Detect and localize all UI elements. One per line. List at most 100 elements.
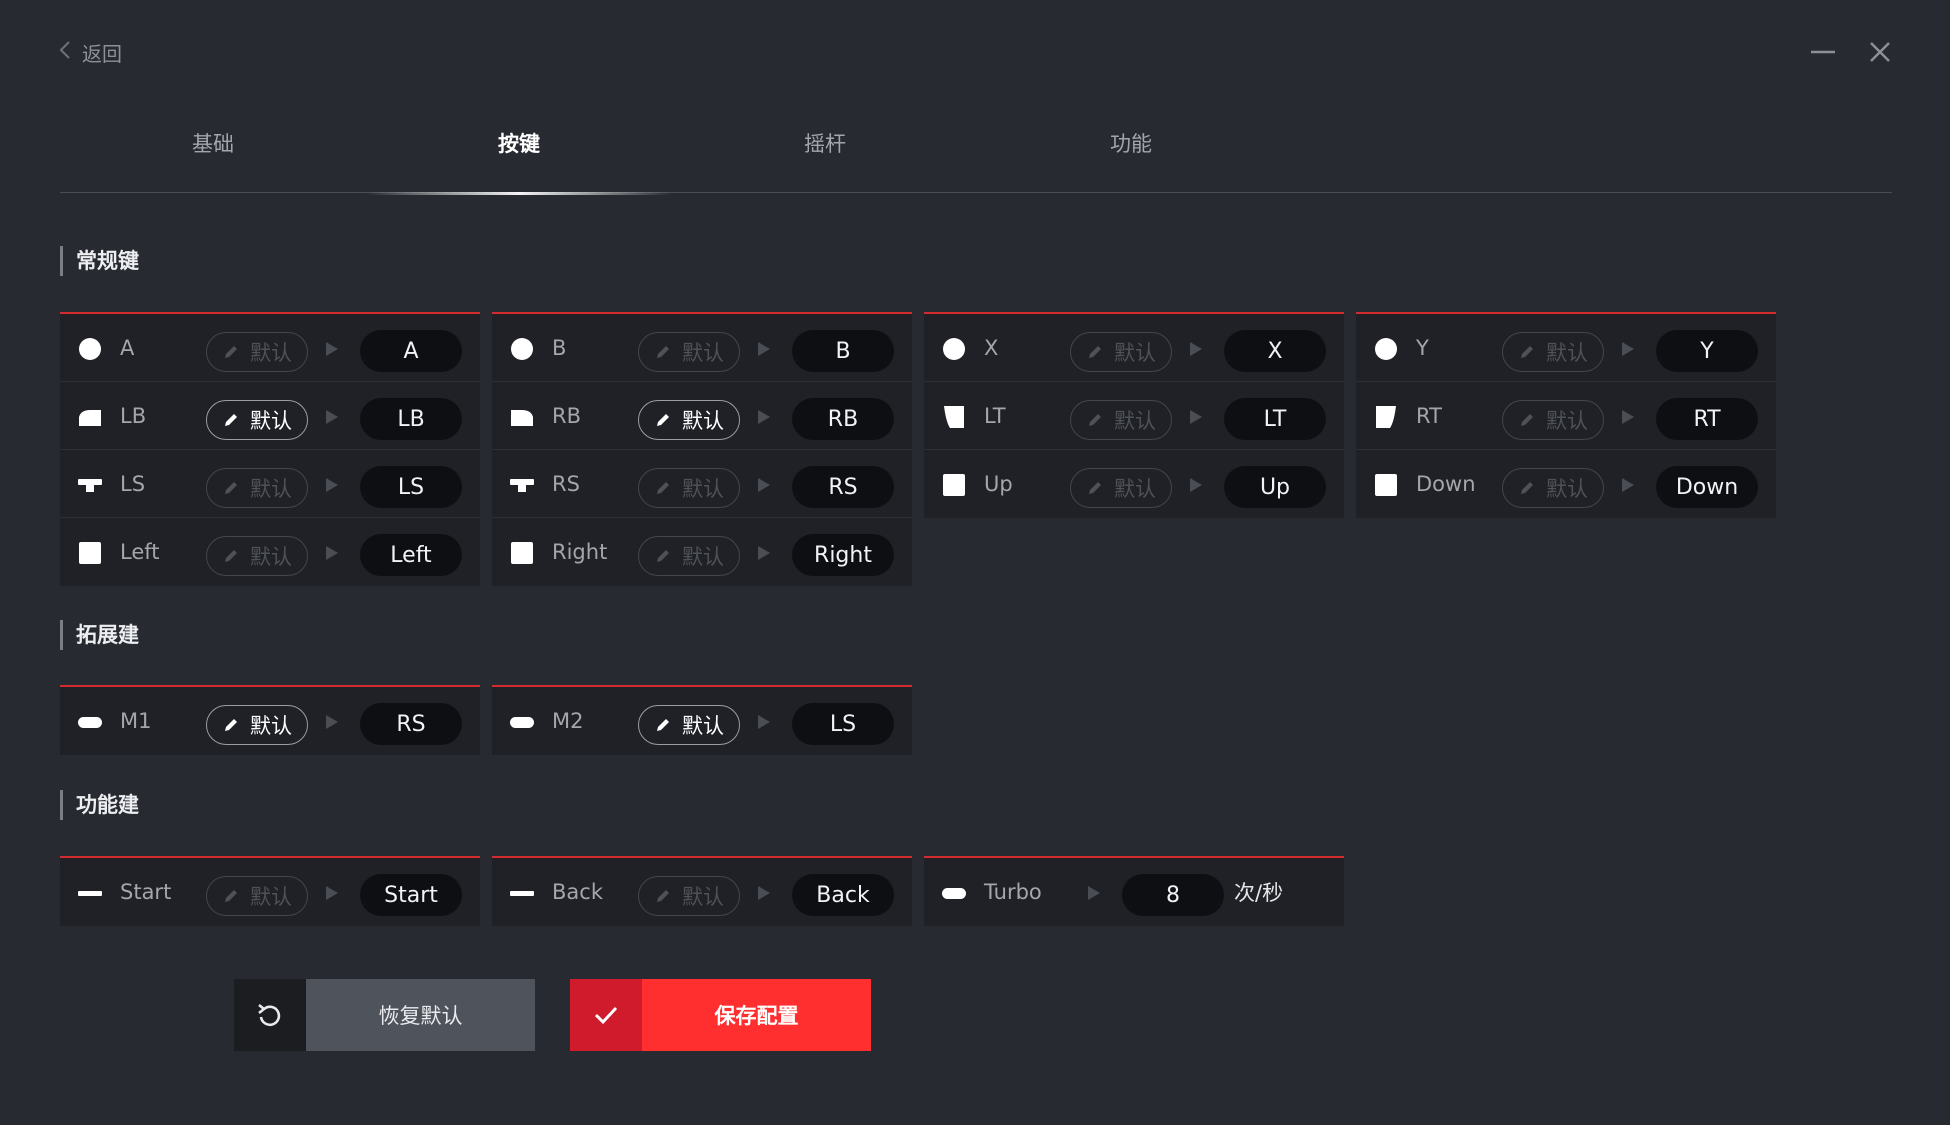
- edit-default-label: 默认: [250, 714, 292, 738]
- pencil-icon: [225, 890, 237, 902]
- edit-default-label: 默认: [682, 885, 724, 909]
- mapped-key[interactable]: Down: [1656, 466, 1758, 508]
- key-row-ls: LS 默认 LS: [60, 450, 480, 518]
- turbo-rate-unit: 次/秒: [1234, 881, 1284, 905]
- tab-buttons[interactable]: 按键: [366, 100, 672, 195]
- pencil-icon: [225, 414, 237, 426]
- pencil-icon: [657, 346, 669, 358]
- edit-default-label: 默认: [250, 477, 292, 501]
- close-button[interactable]: [1864, 36, 1896, 68]
- mapped-key[interactable]: Right: [792, 534, 894, 576]
- edit-default-button[interactable]: 默认: [1070, 400, 1172, 440]
- stick-press-icon: [510, 474, 534, 496]
- mapped-key[interactable]: Back: [792, 874, 894, 916]
- edit-default-label: 默认: [1114, 477, 1156, 501]
- tab-functions[interactable]: 功能: [978, 100, 1284, 193]
- edit-default-button[interactable]: 默认: [1070, 468, 1172, 508]
- key-row-rb: RB 默认 RB: [492, 382, 912, 450]
- minimize-button[interactable]: [1807, 36, 1839, 68]
- edit-default-button[interactable]: 默认: [206, 332, 308, 372]
- pill-button-icon: [510, 711, 534, 733]
- tab-joystick[interactable]: 摇杆: [672, 100, 978, 193]
- save-config-button[interactable]: 保存配置: [570, 979, 871, 1051]
- mapped-key[interactable]: RS: [360, 703, 462, 745]
- key-name: X: [984, 335, 999, 360]
- key-name: Down: [1416, 472, 1476, 496]
- edit-default-label: 默认: [682, 409, 724, 433]
- turbo-card: Turbo 8 次/秒: [924, 856, 1344, 926]
- tab-label: 功能: [1110, 132, 1152, 156]
- edit-default-button[interactable]: 默认: [638, 536, 740, 576]
- key-name: M1: [120, 709, 152, 733]
- bumper-left-icon: [78, 406, 102, 428]
- reset-default-button[interactable]: 恢复默认: [234, 979, 535, 1051]
- edit-default-button[interactable]: 默认: [638, 332, 740, 372]
- trigger-left-icon: [942, 406, 966, 428]
- mapped-key[interactable]: Up: [1224, 466, 1326, 508]
- edit-default-button[interactable]: 默认: [638, 400, 740, 440]
- key-row-m1: M1 默认 RS: [60, 687, 480, 755]
- mapped-key[interactable]: LT: [1224, 398, 1326, 440]
- close-icon: [1870, 42, 1890, 62]
- mapped-key[interactable]: LS: [360, 466, 462, 508]
- edit-default-label: 默认: [250, 409, 292, 433]
- pencil-icon: [225, 719, 237, 731]
- play-arrow-icon: [324, 340, 340, 358]
- key-row-lb: LB 默认 LB: [60, 382, 480, 450]
- edit-default-button[interactable]: 默认: [206, 536, 308, 576]
- mapped-key[interactable]: LS: [792, 703, 894, 745]
- regular-card: X 默认 X LT 默认 LT Up 默认 Up: [924, 312, 1344, 518]
- edit-default-label: 默认: [250, 885, 292, 909]
- edit-default-button[interactable]: 默认: [638, 468, 740, 508]
- mapped-key[interactable]: Left: [360, 534, 462, 576]
- key-row-back: Back 默认 Back: [492, 858, 912, 926]
- mapped-key[interactable]: A: [360, 330, 462, 372]
- key-name: Back: [552, 880, 603, 904]
- turbo-label: Turbo: [984, 880, 1042, 904]
- mapped-key[interactable]: RS: [792, 466, 894, 508]
- back-button[interactable]: 返回: [58, 38, 122, 67]
- mapped-key[interactable]: RT: [1656, 398, 1758, 440]
- key-name: Left: [120, 540, 160, 564]
- key-row-down: Down 默认 Down: [1356, 450, 1776, 518]
- edit-default-label: 默认: [250, 545, 292, 569]
- mapped-key[interactable]: Start: [360, 874, 462, 916]
- key-name: A: [120, 335, 135, 360]
- mapped-key[interactable]: LB: [360, 398, 462, 440]
- edit-default-button[interactable]: 默认: [1070, 332, 1172, 372]
- dpad-square-icon: [510, 542, 534, 564]
- save-config-label: 保存配置: [642, 979, 871, 1051]
- key-name: Right: [552, 540, 608, 564]
- pencil-icon: [1521, 482, 1533, 494]
- pencil-icon: [657, 719, 669, 731]
- edit-default-label: 默认: [682, 545, 724, 569]
- edit-default-button[interactable]: 默认: [1502, 400, 1604, 440]
- edit-default-button[interactable]: 默认: [638, 705, 740, 745]
- edit-default-button[interactable]: 默认: [206, 400, 308, 440]
- edit-default-label: 默认: [1546, 341, 1588, 365]
- edit-default-button[interactable]: 默认: [206, 705, 308, 745]
- bar-button-icon: [510, 882, 534, 904]
- circle-button-icon: [510, 338, 534, 360]
- turbo-rate-value[interactable]: 8: [1122, 874, 1224, 916]
- key-name: B: [552, 335, 567, 360]
- pencil-icon: [657, 414, 669, 426]
- tab-basic[interactable]: 基础: [60, 100, 366, 193]
- dpad-square-icon: [942, 474, 966, 496]
- mapped-key[interactable]: RB: [792, 398, 894, 440]
- mapped-key[interactable]: X: [1224, 330, 1326, 372]
- key-row-m2: M2 默认 LS: [492, 687, 912, 755]
- edit-default-button[interactable]: 默认: [638, 876, 740, 916]
- edit-default-button[interactable]: 默认: [206, 468, 308, 508]
- stick-press-icon: [78, 474, 102, 496]
- mapped-key[interactable]: B: [792, 330, 894, 372]
- pencil-icon: [225, 482, 237, 494]
- edit-default-button[interactable]: 默认: [206, 876, 308, 916]
- edit-default-label: 默认: [1114, 341, 1156, 365]
- edit-default-button[interactable]: 默认: [1502, 332, 1604, 372]
- play-arrow-icon: [324, 544, 340, 562]
- circle-button-icon: [78, 338, 102, 360]
- mapped-key[interactable]: Y: [1656, 330, 1758, 372]
- edit-default-button[interactable]: 默认: [1502, 468, 1604, 508]
- play-arrow-icon: [1188, 408, 1204, 426]
